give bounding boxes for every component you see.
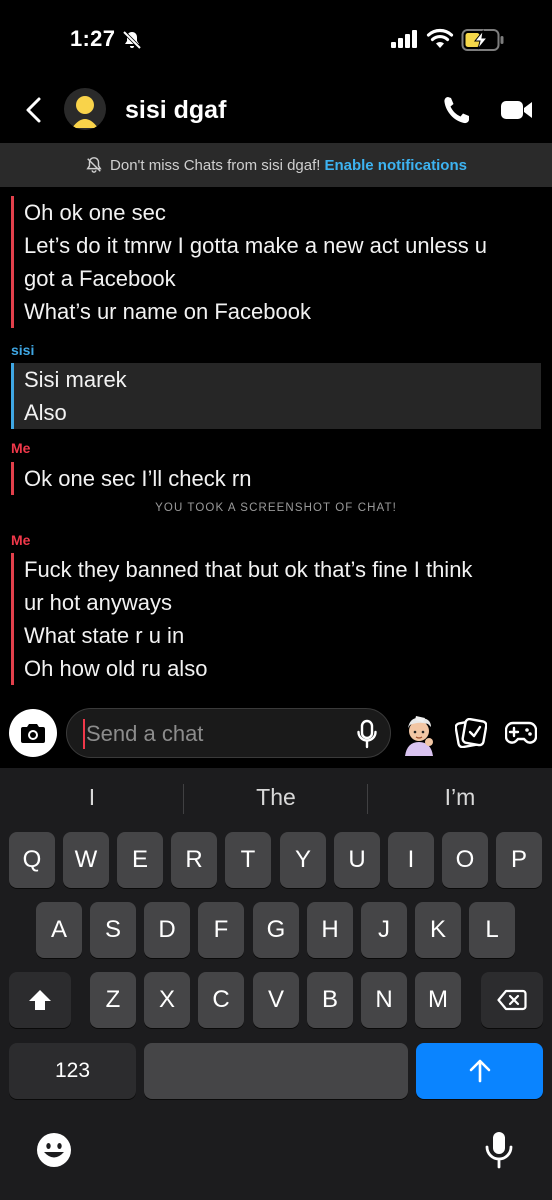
chat-title[interactable]: sisi dgaf bbox=[125, 96, 226, 125]
key[interactable]: M bbox=[415, 972, 461, 1028]
chat-input[interactable]: Send a chat bbox=[66, 708, 391, 758]
message-text: What state r u in bbox=[24, 623, 185, 648]
key[interactable]: S bbox=[90, 902, 136, 958]
predictive-bar: I The I’m bbox=[0, 768, 552, 828]
camera-icon bbox=[21, 724, 45, 743]
numbers-key[interactable]: 123 bbox=[9, 1043, 136, 1099]
status-time: 1:27 bbox=[70, 26, 116, 51]
message-text: Oh how old ru also bbox=[24, 656, 208, 681]
message-group[interactable]: Sisi marek Also bbox=[11, 363, 541, 429]
key[interactable]: D bbox=[144, 902, 190, 958]
sender-label: Me bbox=[11, 440, 31, 456]
key[interactable]: J bbox=[361, 902, 407, 958]
shift-key[interactable] bbox=[9, 972, 71, 1028]
phone-icon[interactable] bbox=[442, 94, 472, 126]
key[interactable]: Z bbox=[90, 972, 136, 1028]
avatar[interactable] bbox=[64, 88, 106, 130]
message-text: Also bbox=[24, 400, 67, 425]
key[interactable]: G bbox=[253, 902, 299, 958]
wifi-icon bbox=[426, 28, 454, 48]
backspace-key[interactable] bbox=[481, 972, 543, 1028]
key[interactable]: P bbox=[496, 832, 542, 888]
message-text: Fuck they banned that but ok that’s fine… bbox=[24, 557, 473, 582]
bitmoji-icon[interactable] bbox=[398, 712, 440, 756]
suggestion[interactable]: I’m bbox=[368, 784, 552, 811]
key[interactable]: W bbox=[63, 832, 109, 888]
message-text: got a Facebook bbox=[24, 266, 176, 291]
key[interactable]: L bbox=[469, 902, 515, 958]
key[interactable]: U bbox=[334, 832, 380, 888]
notifications-banner: Don't miss Chats from sisi dgaf! Enable … bbox=[0, 143, 552, 187]
screenshot-notice: YOU TOOK A SCREENSHOT OF CHAT! bbox=[155, 502, 397, 514]
key[interactable]: R bbox=[171, 832, 217, 888]
message-group[interactable]: Fuck they banned that but ok that’s fine… bbox=[11, 553, 472, 685]
status-bar: 1:27 bbox=[0, 0, 552, 80]
silent-mode-icon bbox=[122, 30, 142, 50]
key[interactable]: K bbox=[415, 902, 461, 958]
key[interactable]: Y bbox=[280, 832, 326, 888]
dictation-icon[interactable] bbox=[484, 1130, 514, 1170]
key[interactable]: Q bbox=[9, 832, 55, 888]
games-icon[interactable] bbox=[505, 720, 537, 746]
key[interactable]: A bbox=[36, 902, 82, 958]
sticker-icon[interactable] bbox=[455, 718, 487, 748]
composer: Send a chat bbox=[0, 698, 552, 768]
arrow-up-icon bbox=[469, 1059, 490, 1083]
video-call-icon[interactable] bbox=[500, 96, 534, 124]
space-key[interactable] bbox=[144, 1043, 408, 1099]
camera-button[interactable] bbox=[9, 709, 57, 757]
notifications-banner-text: Don't miss Chats from sisi dgaf! bbox=[110, 156, 321, 174]
key[interactable]: N bbox=[361, 972, 407, 1028]
microphone-icon[interactable] bbox=[356, 719, 378, 749]
sender-label: sisi bbox=[11, 342, 35, 358]
message-text: Sisi marek bbox=[24, 367, 127, 392]
text-caret bbox=[83, 719, 85, 749]
backspace-icon bbox=[497, 989, 527, 1011]
default-bitmoji-icon bbox=[72, 96, 98, 128]
send-key[interactable] bbox=[416, 1043, 543, 1099]
suggestion[interactable]: I bbox=[0, 784, 184, 811]
key[interactable]: X bbox=[144, 972, 190, 1028]
message-text: Let’s do it tmrw I gotta make a new act … bbox=[24, 233, 488, 258]
key[interactable]: H bbox=[307, 902, 353, 958]
key[interactable]: I bbox=[388, 832, 434, 888]
chat-header: sisi dgaf bbox=[0, 80, 552, 142]
message-list: Oh ok one sec Let’s do it tmrw I gotta m… bbox=[0, 187, 552, 697]
notifications-off-icon bbox=[86, 157, 102, 173]
message-group[interactable]: Oh ok one sec Let’s do it tmrw I gotta m… bbox=[11, 196, 487, 328]
key[interactable]: T bbox=[225, 832, 271, 888]
battery-charging-icon bbox=[461, 29, 504, 51]
emoji-icon[interactable] bbox=[36, 1132, 72, 1168]
enable-notifications-link[interactable]: Enable notifications bbox=[324, 157, 467, 174]
message-text: Oh ok one sec bbox=[24, 200, 166, 225]
cell-signal-icon bbox=[391, 30, 417, 48]
key[interactable]: C bbox=[198, 972, 244, 1028]
key[interactable]: F bbox=[198, 902, 244, 958]
key[interactable]: V bbox=[253, 972, 299, 1028]
message-text: What’s ur name on Facebook bbox=[24, 299, 311, 324]
key[interactable]: E bbox=[117, 832, 163, 888]
chat-input-placeholder: Send a chat bbox=[86, 721, 204, 746]
suggestion[interactable]: The bbox=[184, 784, 368, 811]
message-group[interactable]: Ok one sec I’ll check rn bbox=[11, 462, 251, 495]
key[interactable]: B bbox=[307, 972, 353, 1028]
shift-icon bbox=[29, 990, 51, 1010]
sender-label: Me bbox=[11, 532, 31, 548]
message-text: ur hot anyways bbox=[24, 590, 172, 615]
back-chevron-icon[interactable] bbox=[20, 94, 48, 126]
keyboard: I The I’m Q W E R T Y U I O P A S D F G … bbox=[0, 768, 552, 1200]
message-text: Ok one sec I’ll check rn bbox=[24, 466, 252, 491]
key[interactable]: O bbox=[442, 832, 488, 888]
